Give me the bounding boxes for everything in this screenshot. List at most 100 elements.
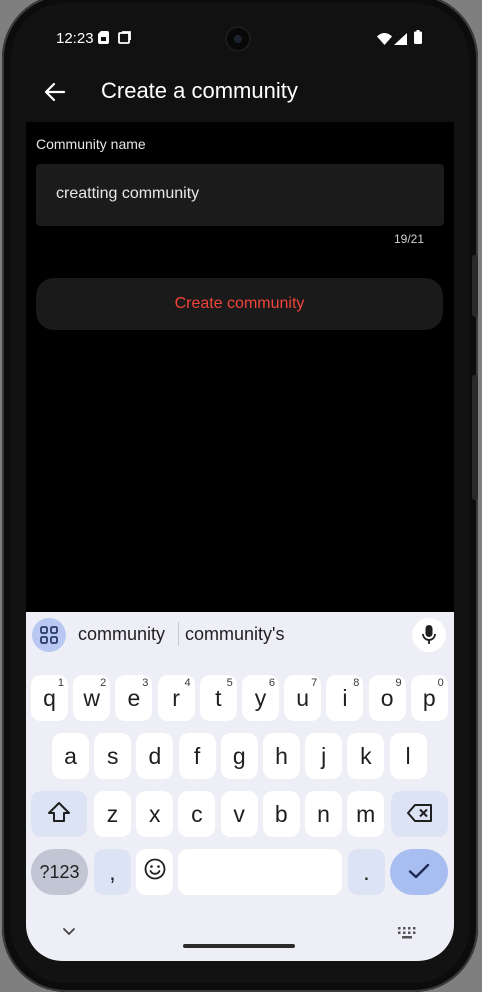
shift-icon <box>48 801 70 828</box>
key-label: s <box>106 742 119 769</box>
key-s[interactable]: s <box>94 733 132 779</box>
key-d[interactable]: d <box>136 733 174 779</box>
key-hint: 9 <box>395 677 402 689</box>
sim-card-icon <box>98 31 109 49</box>
key-o[interactable]: o9 <box>368 675 406 721</box>
key-hint: 4 <box>184 677 191 689</box>
emoji-icon <box>144 858 166 886</box>
key-u[interactable]: u7 <box>284 675 322 721</box>
character-counter: 19/21 <box>393 232 424 246</box>
key-label: m <box>356 800 376 827</box>
key-label: h <box>275 742 288 769</box>
community-name-field[interactable]: creatting community <box>36 164 444 226</box>
key-hint: 7 <box>311 677 318 689</box>
key-p[interactable]: p0 <box>410 675 448 721</box>
key-i[interactable]: i8 <box>326 675 364 721</box>
key-c[interactable]: c <box>178 791 216 837</box>
chevron-down-icon[interactable] <box>62 924 76 942</box>
key-label: r <box>172 684 180 711</box>
create-community-label: Create community <box>174 295 305 312</box>
key-label: j <box>321 742 327 769</box>
key-w[interactable]: w2 <box>73 675 111 721</box>
key-q[interactable]: q1 <box>31 675 68 721</box>
key-y[interactable]: y6 <box>242 675 279 721</box>
key-label: d <box>148 742 162 769</box>
microphone-icon[interactable] <box>412 618 446 652</box>
apps-grid-icon[interactable] <box>32 618 66 652</box>
wifi-icon <box>377 32 392 50</box>
period-key-label: . <box>363 858 370 885</box>
keyboard-switch-icon[interactable] <box>398 926 416 944</box>
backspace-icon <box>406 801 433 828</box>
key-label: b <box>274 800 288 827</box>
key-g[interactable]: g <box>220 733 258 779</box>
key-label: f <box>193 742 201 769</box>
key-label: y <box>254 684 267 711</box>
key-k[interactable]: k <box>347 733 385 779</box>
suggestion-item[interactable]: community's <box>185 624 284 645</box>
key-label: u <box>296 684 310 711</box>
key-z[interactable]: z <box>94 791 131 837</box>
app-bar: Create a community <box>26 61 454 122</box>
key-l[interactable]: l <box>389 733 427 779</box>
front-camera <box>225 26 251 52</box>
emoji-key[interactable] <box>136 849 173 895</box>
shift-key[interactable] <box>31 791 87 837</box>
key-label: l <box>405 742 411 769</box>
community-name-value: creatting community <box>56 185 200 202</box>
create-community-button[interactable]: Create community <box>36 278 443 330</box>
key-n[interactable]: n <box>305 791 342 837</box>
key-hint: 0 <box>437 677 444 689</box>
comma-key[interactable]: , <box>94 849 131 895</box>
suggestion-divider <box>178 622 179 646</box>
key-a[interactable]: a <box>52 733 89 779</box>
symbols-key-label: ?123 <box>39 861 80 882</box>
key-label: a <box>64 742 77 769</box>
key-t[interactable]: t5 <box>199 675 237 721</box>
community-name-label: Community name <box>36 136 146 152</box>
screen: 12:23 Create a community Community name … <box>26 15 454 961</box>
key-label: x <box>148 800 161 827</box>
power-button <box>472 375 478 500</box>
period-key[interactable]: . <box>348 849 385 895</box>
symbols-key[interactable]: ?123 <box>31 849 88 895</box>
key-label: n <box>317 800 330 827</box>
key-label: p <box>422 684 436 711</box>
key-label: t <box>215 684 222 711</box>
signal-icon <box>394 32 407 50</box>
key-hint: 1 <box>57 677 64 689</box>
key-m[interactable]: m <box>347 791 385 837</box>
key-label: v <box>233 800 245 827</box>
key-e[interactable]: e3 <box>115 675 153 721</box>
comma-key-label: , <box>109 858 116 885</box>
key-f[interactable]: f <box>178 733 216 779</box>
gesture-nav-bar <box>183 944 295 948</box>
key-x[interactable]: x <box>136 791 174 837</box>
arrow-left-icon[interactable] <box>44 81 66 103</box>
key-label: w <box>83 684 100 711</box>
key-v[interactable]: v <box>220 791 258 837</box>
key-label: e <box>127 684 141 711</box>
volume-button <box>472 255 478 317</box>
backspace-key[interactable] <box>391 791 448 837</box>
key-r[interactable]: r4 <box>157 675 195 721</box>
key-h[interactable]: h <box>263 733 300 779</box>
key-hint: 3 <box>142 677 149 689</box>
key-label: c <box>191 800 203 827</box>
enter-key[interactable] <box>390 849 448 895</box>
key-label: q <box>43 684 56 711</box>
key-j[interactable]: j <box>305 733 343 779</box>
page-title: Create a community <box>101 78 298 103</box>
key-hint: 8 <box>353 677 360 689</box>
space-key[interactable] <box>178 849 342 895</box>
status-time: 12:23 <box>56 30 94 47</box>
on-screen-keyboard: community community's q1w2e3r4t5y6u7i8o9… <box>26 612 454 961</box>
key-label: i <box>342 684 348 711</box>
key-b[interactable]: b <box>262 791 300 837</box>
battery-icon <box>414 30 422 49</box>
key-hint: 5 <box>226 677 233 689</box>
key-label: k <box>360 742 372 769</box>
key-hint: 6 <box>268 677 275 689</box>
key-label: o <box>380 684 394 711</box>
suggestion-item[interactable]: community <box>78 624 165 645</box>
